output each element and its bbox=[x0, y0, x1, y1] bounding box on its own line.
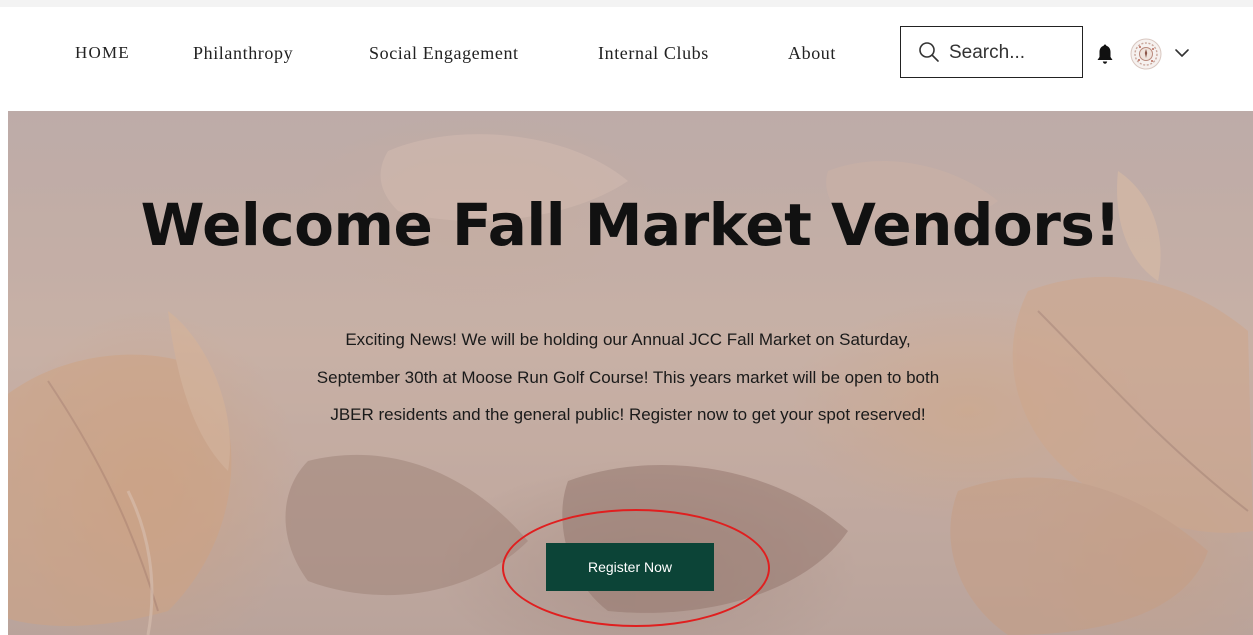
bell-icon[interactable] bbox=[1096, 43, 1114, 65]
header-top-strip bbox=[0, 0, 1253, 7]
nav-item-internal-clubs[interactable]: Internal Clubs bbox=[598, 40, 709, 66]
hero-description: Exciting News! We will be holding our An… bbox=[316, 330, 940, 424]
hero-section: Welcome Fall Market Vendors! Exciting Ne… bbox=[8, 111, 1253, 635]
search-placeholder: Search... bbox=[949, 42, 1026, 63]
register-now-button[interactable]: Register Now bbox=[546, 543, 714, 591]
hero-title: Welcome Fall Market Vendors! bbox=[140, 191, 1121, 259]
avatar[interactable] bbox=[1130, 38, 1162, 70]
page: HOME Philanthropy Social Engagement Inte… bbox=[0, 0, 1253, 635]
search-input[interactable]: Search... bbox=[900, 26, 1083, 78]
nav-item-about[interactable]: About bbox=[788, 40, 836, 66]
site-header: HOME Philanthropy Social Engagement Inte… bbox=[0, 0, 1253, 111]
search-icon bbox=[919, 42, 939, 62]
nav-item-social-engagement[interactable]: Social Engagement bbox=[369, 40, 519, 66]
nav-item-philanthropy[interactable]: Philanthropy bbox=[193, 40, 293, 66]
nav-item-home[interactable]: HOME bbox=[75, 40, 130, 66]
chevron-down-icon[interactable] bbox=[1174, 47, 1190, 59]
